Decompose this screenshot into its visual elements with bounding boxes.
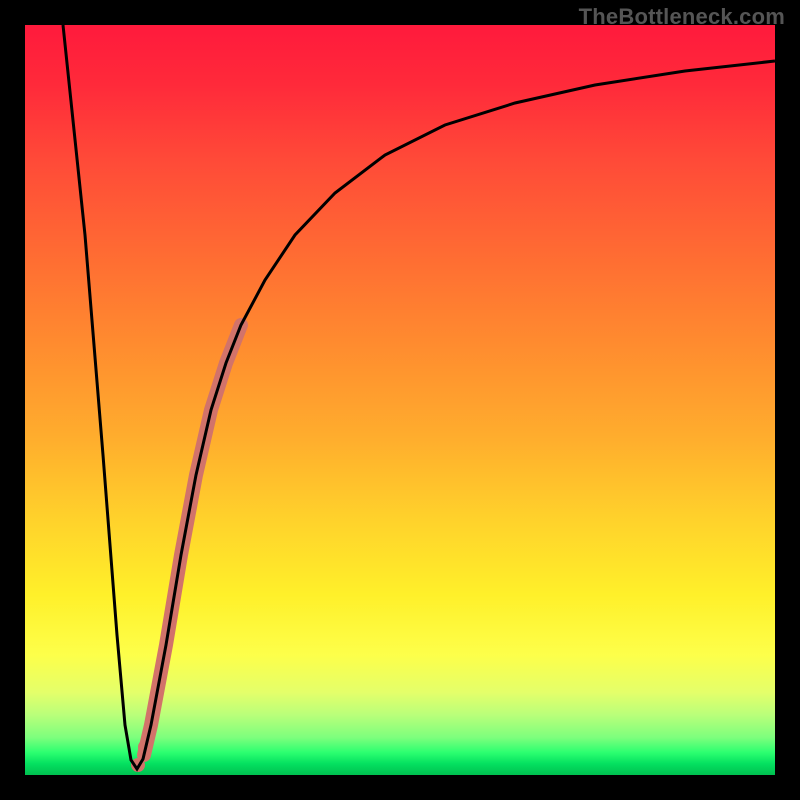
- bottleneck-curve: [63, 25, 775, 769]
- watermark-text: TheBottleneck.com: [579, 4, 785, 30]
- chart-frame: TheBottleneck.com: [0, 0, 800, 800]
- plot-area: [25, 25, 775, 775]
- curve-svg: [25, 25, 775, 775]
- highlight-segment: [131, 325, 241, 772]
